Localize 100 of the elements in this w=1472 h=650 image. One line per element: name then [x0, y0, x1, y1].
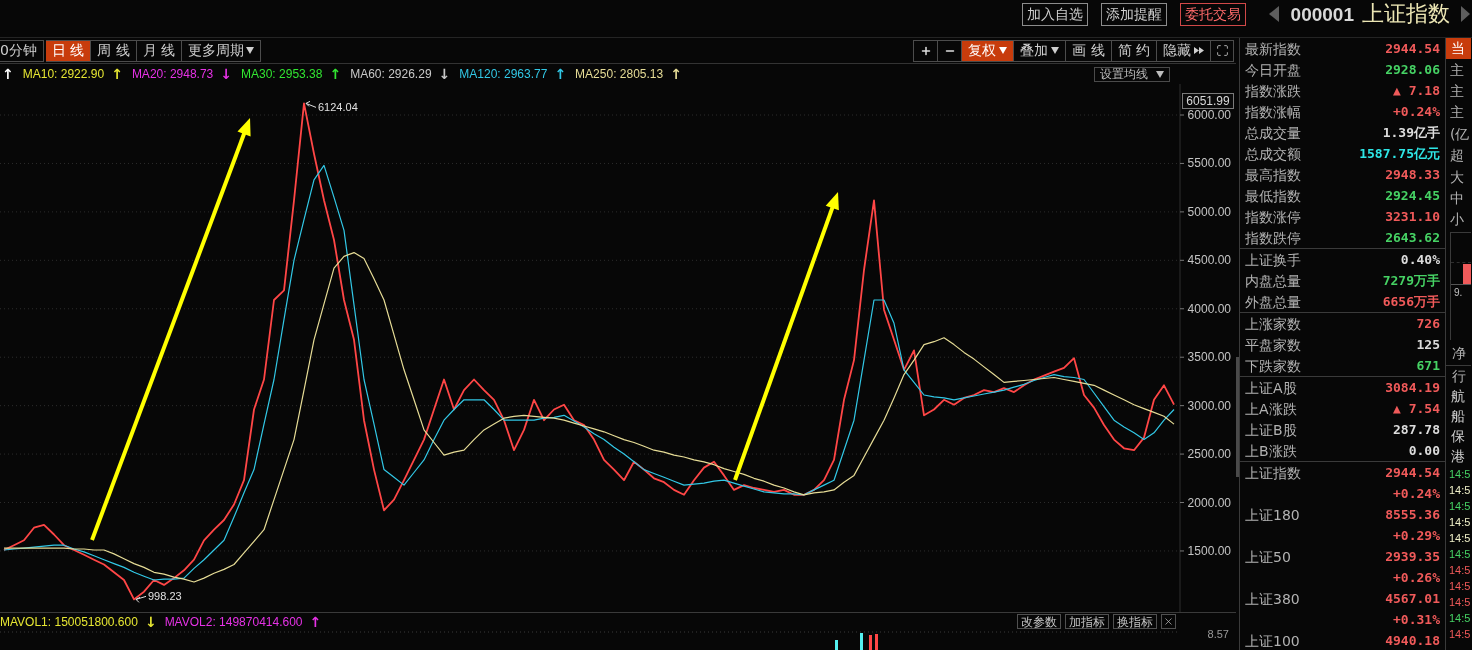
- ma-value: MA30: 2953.38: [241, 66, 323, 83]
- volume-bar: [869, 635, 872, 650]
- ma-settings-button[interactable]: 设置均线: [1094, 66, 1170, 82]
- axis-tick-label: 1500.00: [1187, 543, 1231, 558]
- fullscreen-icon: [1215, 44, 1229, 57]
- previous-icon[interactable]: [1268, 6, 1279, 22]
- quote-value: 0.40%: [1400, 253, 1440, 266]
- close-icon: [1163, 616, 1174, 627]
- sector-name[interactable]: 港: [1451, 449, 1465, 464]
- quote-value: +0.26%: [1393, 571, 1440, 584]
- next-icon[interactable]: [1461, 6, 1470, 22]
- quote-value: ▲ 7.54: [1393, 402, 1440, 415]
- action-button[interactable]: 加入自选: [1021, 2, 1088, 26]
- quote-label: 内盘总量: [1245, 273, 1301, 288]
- axis-tick-label: 2000.00: [1187, 495, 1231, 510]
- sector-name[interactable]: 船: [1451, 409, 1465, 424]
- indicator-button[interactable]: 改参数: [1017, 614, 1061, 629]
- chart-tool-button[interactable]: 叠加: [1013, 39, 1066, 62]
- trade-time: 14:5: [1449, 612, 1471, 624]
- axis-tick-label: 4000.00: [1187, 301, 1231, 316]
- ma-value: MA60: 2926.29: [350, 66, 432, 83]
- close-button[interactable]: [1161, 614, 1176, 629]
- flow-label: 主: [1450, 105, 1464, 120]
- quote-label: 上证50: [1245, 549, 1291, 564]
- mini-chart-label: 9.: [1453, 286, 1464, 299]
- axis-tick-label: 5500.00: [1187, 156, 1231, 171]
- trade-time: 14:5: [1449, 468, 1471, 480]
- ma-direction-arrow: ↑: [670, 67, 682, 81]
- quote-value: +0.24%: [1393, 487, 1440, 500]
- ma-value: MA120: 2963.77: [459, 66, 548, 83]
- caret-icon: [1156, 70, 1164, 78]
- chart-tool-button[interactable]: 复权: [961, 39, 1014, 62]
- period-tab[interactable]: 更多周期: [182, 39, 262, 62]
- volume-bar: [860, 633, 863, 650]
- quote-value: 1.39亿手: [1382, 126, 1440, 139]
- sector-name[interactable]: 保: [1451, 429, 1465, 444]
- quote-label: 总成交量: [1245, 125, 1301, 140]
- period-tab[interactable]: 日 线: [45, 39, 92, 62]
- chart-tool-button[interactable]: 简 约: [1110, 39, 1156, 62]
- quote-value: 4567.01: [1385, 592, 1440, 605]
- volume-average-value: MAVOL1: 150051800.600: [0, 613, 138, 631]
- axis-tick-label: 3500.00: [1187, 350, 1231, 365]
- period-tab[interactable]: 月 线: [136, 39, 183, 62]
- trade-time: 14:5: [1449, 516, 1471, 528]
- chart-tool-button[interactable]: 隐藏: [1156, 39, 1210, 62]
- volume-bar: [835, 640, 838, 650]
- zoom-in-button[interactable]: [913, 39, 938, 62]
- volume-bar: [875, 634, 878, 650]
- sector-name[interactable]: 航: [1451, 389, 1465, 404]
- quote-label: 上证A股: [1245, 380, 1297, 395]
- fullscreen-button[interactable]: [1210, 39, 1234, 62]
- collapse-handle[interactable]: [1236, 357, 1239, 477]
- trade-time: 14:5: [1449, 500, 1471, 512]
- quote-value: 8555.36: [1385, 508, 1440, 521]
- quote-value: ▲ 7.18: [1393, 84, 1440, 97]
- quote-value: 1587.75亿元: [1359, 147, 1440, 160]
- flow-label: 超: [1450, 148, 1464, 163]
- trade-time: 14:5: [1449, 580, 1471, 592]
- quote-value: +0.24%: [1393, 105, 1440, 118]
- quote-label: 上A涨跌: [1245, 401, 1297, 416]
- ma-direction-arrow: ↓: [220, 67, 232, 81]
- quote-label: 指数跌停: [1245, 230, 1301, 245]
- action-button[interactable]: 添加提醒: [1100, 2, 1167, 26]
- axis-tick-label: 5000.00: [1187, 204, 1231, 219]
- flow-label: (亿: [1450, 126, 1470, 141]
- period-tab[interactable]: 周 线: [91, 39, 137, 62]
- quote-label: 上涨家数: [1245, 316, 1301, 331]
- quote-value: 3231.10: [1385, 210, 1440, 223]
- quote-value: 125: [1416, 338, 1440, 351]
- period-tab[interactable]: 0分钟: [0, 39, 44, 62]
- quote-value: 2928.06: [1385, 63, 1440, 76]
- side-tab[interactable]: 当: [1446, 38, 1471, 59]
- bar-segment: [1463, 264, 1471, 285]
- trade-button[interactable]: 委托交易: [1179, 2, 1246, 26]
- extreme-price-label: 998.23: [148, 590, 182, 603]
- quote-label: 上证100: [1245, 633, 1300, 648]
- quote-label: 指数涨幅: [1245, 104, 1301, 119]
- quote-label: 总成交额: [1245, 146, 1301, 161]
- quote-label: 上证B股: [1245, 422, 1297, 437]
- flow-label: 大: [1450, 169, 1464, 184]
- quote-label: 最新指数: [1245, 41, 1301, 56]
- quote-value: 2944.54: [1385, 466, 1440, 479]
- quote-label: 外盘总量: [1245, 294, 1301, 309]
- quote-value: 2939.35: [1385, 550, 1440, 563]
- quote-value: 6656万手: [1382, 295, 1440, 308]
- quote-label: 上证180: [1245, 507, 1300, 522]
- trade-time: 14:5: [1449, 564, 1471, 576]
- axis-tick-label: 3000.00: [1187, 398, 1231, 413]
- quote-label: 指数涨跌: [1245, 83, 1301, 98]
- indicator-button[interactable]: 加指标: [1065, 614, 1109, 629]
- chart-tool-button[interactable]: 画 线: [1065, 39, 1111, 62]
- flow-label: 中: [1450, 191, 1464, 206]
- quote-value: +0.29%: [1393, 529, 1440, 542]
- volume-average-value: MAVOL2: 149870414.600: [164, 613, 303, 631]
- quote-value: 287.78: [1393, 423, 1440, 436]
- stock-name: 上证指数: [1362, 3, 1450, 25]
- quote-value: 671: [1416, 359, 1440, 372]
- indicator-button[interactable]: 换指标: [1113, 614, 1157, 629]
- quote-label: 上B涨跌: [1245, 443, 1297, 458]
- ma-direction-arrow: ↑: [554, 67, 567, 81]
